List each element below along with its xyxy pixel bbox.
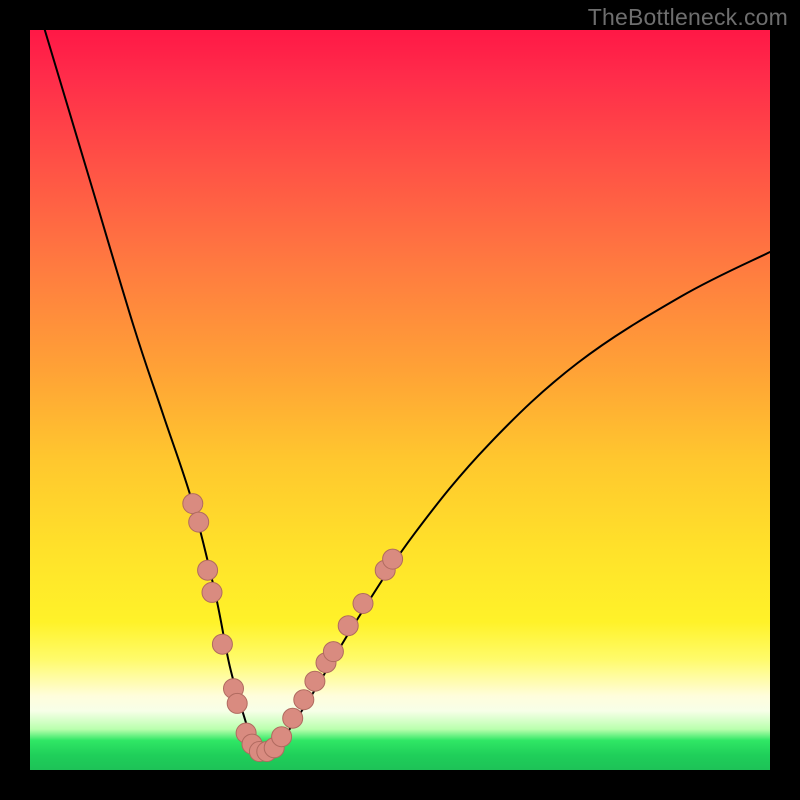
curve-markers: [183, 494, 403, 762]
curve-marker: [183, 494, 203, 514]
watermark-text: TheBottleneck.com: [588, 4, 788, 31]
curve-marker: [338, 616, 358, 636]
curve-marker: [202, 582, 222, 602]
curve-marker: [227, 693, 247, 713]
curve-marker: [305, 671, 325, 691]
curve-marker: [283, 708, 303, 728]
curve-marker: [353, 594, 373, 614]
chart-svg: [30, 30, 770, 770]
curve-marker: [212, 634, 232, 654]
bottleneck-curve: [45, 30, 770, 757]
chart-frame: TheBottleneck.com: [0, 0, 800, 800]
curve-marker: [294, 690, 314, 710]
curve-marker: [272, 727, 292, 747]
curve-marker: [383, 549, 403, 569]
curve-marker: [189, 512, 209, 532]
curve-marker: [198, 560, 218, 580]
curve-marker: [323, 642, 343, 662]
chart-plot-area: [30, 30, 770, 770]
